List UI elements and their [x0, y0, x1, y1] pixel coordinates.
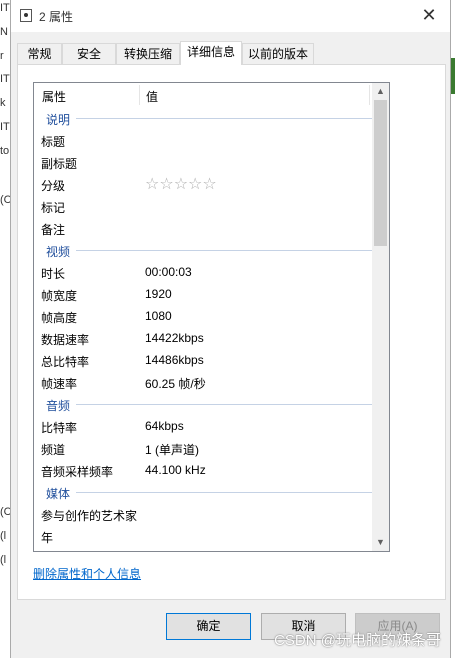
group-label: 媒体 [46, 487, 71, 501]
close-button[interactable]: ✕ [414, 4, 444, 28]
watermark: CSDN @玩电脑的辣条哥 [274, 632, 441, 649]
property-row-data-rate[interactable]: 数据速率 14422kbps [34, 327, 384, 349]
group-divider [76, 118, 374, 119]
property-row-tags[interactable]: 标记 [34, 195, 384, 217]
scroll-down-arrow-icon[interactable]: ▼ [372, 534, 389, 551]
property-name: 比特率 [41, 421, 78, 435]
property-name: 帧速率 [41, 377, 78, 391]
properties-dialog: 2 属性 ✕ 常规 安全 转换压缩 详细信息 以前的版本 属性 值 说明 标题 [10, 0, 451, 658]
property-row-sample-rate[interactable]: 音频采样频率 44.100 kHz [34, 459, 384, 481]
video-file-icon [20, 9, 32, 22]
group-description: 说明 [34, 107, 384, 129]
details-list[interactable]: 属性 值 说明 标题 副标题 分级 ☆☆☆☆☆ 标记 备注 视频 时长 00:0… [33, 82, 390, 552]
property-row-channels[interactable]: 频道 1 (单声道) [34, 437, 384, 459]
group-divider [76, 404, 374, 405]
scrollbar-thumb[interactable] [374, 100, 387, 246]
tab-details[interactable]: 详细信息 [180, 41, 242, 65]
property-name: 时长 [41, 267, 66, 281]
property-value: 1920 [145, 287, 172, 301]
property-name: 帧高度 [41, 311, 78, 325]
tab-previous-versions[interactable]: 以前的版本 [242, 43, 314, 64]
property-value: 1 (单声道) [145, 443, 200, 457]
property-name: 参与创作的艺术家 [41, 509, 138, 523]
group-divider [76, 492, 374, 493]
property-row-bitrate[interactable]: 比特率 64kbps [34, 415, 384, 437]
property-name: 帧宽度 [41, 289, 78, 303]
group-label: 视频 [46, 245, 71, 259]
property-row-frame-height[interactable]: 帧高度 1080 [34, 305, 384, 327]
property-value: 44.100 kHz [145, 463, 206, 477]
column-divider[interactable] [369, 85, 370, 105]
group-video: 视频 [34, 239, 384, 261]
group-label: 说明 [46, 113, 71, 127]
property-name: 备注 [41, 223, 66, 237]
column-header: 属性 值 [34, 83, 389, 107]
window-title: 2 属性 [39, 10, 74, 24]
property-name: 标题 [41, 135, 66, 149]
property-row-total-bitrate[interactable]: 总比特率 14486kbps [34, 349, 384, 371]
property-name: 总比特率 [41, 355, 90, 369]
property-name: 音频采样频率 [41, 465, 114, 479]
property-row-comments[interactable]: 备注 [34, 217, 384, 239]
property-value: 1080 [145, 309, 172, 323]
column-header-property[interactable]: 属性 [42, 88, 66, 105]
property-rows: 说明 标题 副标题 分级 ☆☆☆☆☆ 标记 备注 视频 时长 00:00:03 … [34, 107, 384, 547]
title-bar: 2 属性 ✕ [11, 0, 450, 32]
column-divider[interactable] [139, 85, 140, 105]
tab-general[interactable]: 常规 [17, 43, 62, 64]
property-value: 60.25 帧/秒 [145, 377, 206, 391]
property-name: 标记 [41, 201, 66, 215]
group-audio: 音频 [34, 393, 384, 415]
property-name: 频道 [41, 443, 66, 457]
remove-properties-link[interactable]: 删除属性和个人信息 [33, 565, 141, 582]
column-header-value[interactable]: 值 [146, 88, 158, 105]
property-name: 数据速率 [41, 333, 90, 347]
property-name: 副标题 [41, 157, 78, 171]
property-row-frame-rate[interactable]: 帧速率 60.25 帧/秒 [34, 371, 384, 393]
group-label: 音频 [46, 399, 71, 413]
property-row-contributing-artists[interactable]: 参与创作的艺术家 [34, 503, 384, 525]
details-panel: 属性 值 说明 标题 副标题 分级 ☆☆☆☆☆ 标记 备注 视频 时长 00:0… [17, 64, 446, 600]
rating-stars[interactable]: ☆☆☆☆☆ [145, 174, 217, 194]
property-value: 00:00:03 [145, 265, 192, 279]
group-media: 媒体 [34, 481, 384, 503]
property-value: 14486kbps [145, 353, 204, 367]
property-row-year[interactable]: 年 [34, 525, 384, 547]
tab-compression[interactable]: 转换压缩 [116, 43, 180, 64]
group-divider [76, 250, 374, 251]
ok-button[interactable]: 确定 [166, 613, 251, 640]
property-row-length[interactable]: 时长 00:00:03 [34, 261, 384, 283]
property-row-subtitle[interactable]: 副标题 [34, 151, 384, 173]
scroll-up-arrow-icon[interactable]: ▲ [372, 83, 389, 100]
property-value: 64kbps [145, 419, 184, 433]
vertical-scrollbar[interactable]: ▲ ▼ [372, 83, 389, 551]
tab-security[interactable]: 安全 [62, 43, 116, 64]
property-row-rating[interactable]: 分级 ☆☆☆☆☆ [34, 173, 384, 195]
property-name: 年 [41, 531, 54, 545]
property-row-frame-width[interactable]: 帧宽度 1920 [34, 283, 384, 305]
property-row-title[interactable]: 标题 [34, 129, 384, 151]
property-value: 14422kbps [145, 331, 204, 345]
property-name: 分级 [41, 179, 66, 193]
